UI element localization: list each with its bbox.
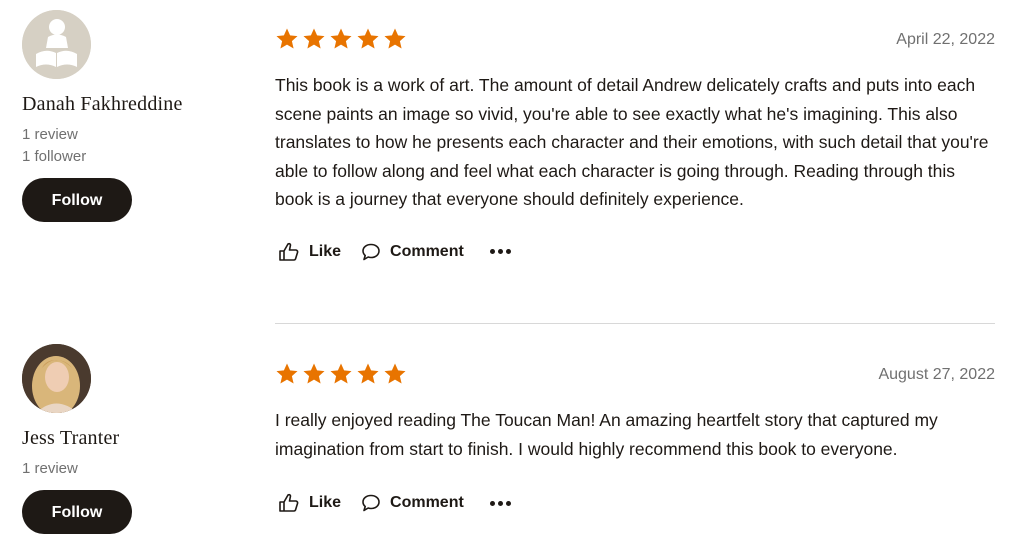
reviewer-avatar[interactable] bbox=[22, 10, 91, 79]
reviewer-info: Jess Tranter 1 review Follow bbox=[22, 344, 242, 534]
like-button[interactable]: Like bbox=[278, 242, 341, 262]
follow-button[interactable]: Follow bbox=[22, 490, 132, 534]
comment-button[interactable]: Comment bbox=[361, 242, 464, 262]
star-icon bbox=[276, 28, 298, 49]
star-icon bbox=[303, 28, 325, 49]
star-icon bbox=[330, 363, 352, 384]
review-date[interactable]: August 27, 2022 bbox=[878, 366, 995, 384]
review-date[interactable]: April 22, 2022 bbox=[896, 31, 995, 49]
star-icon bbox=[330, 28, 352, 49]
comment-button[interactable]: Comment bbox=[361, 493, 464, 513]
comment-bubble-icon bbox=[362, 243, 380, 260]
thumbs-up-icon bbox=[279, 242, 299, 261]
reviewer-follower-count: 1 follower bbox=[22, 148, 87, 165]
thumbs-up-icon bbox=[279, 493, 299, 512]
follow-button[interactable]: Follow bbox=[22, 178, 132, 222]
more-options-icon[interactable] bbox=[489, 500, 511, 506]
review-divider bbox=[275, 323, 995, 324]
review-card: Danah Fakhreddine 1 review 1 follower Fo… bbox=[0, 0, 1023, 325]
like-label: Like bbox=[309, 494, 342, 511]
star-icon bbox=[384, 363, 406, 384]
star-icon bbox=[357, 363, 379, 384]
review-content: April 22, 2022 This book is a work of ar… bbox=[275, 27, 995, 262]
review-content: August 27, 2022 I really enjoyed reading… bbox=[275, 362, 995, 513]
reviewer-review-count: 1 review bbox=[22, 460, 78, 477]
star-icon bbox=[276, 363, 298, 384]
profile-photo-icon bbox=[22, 344, 91, 413]
like-button[interactable]: Like bbox=[278, 493, 341, 513]
star-icon bbox=[384, 28, 406, 49]
reviewer-review-count: 1 review bbox=[22, 126, 78, 143]
review-actions: Like Comment bbox=[275, 493, 995, 513]
review-text: I really enjoyed reading The Toucan Man!… bbox=[275, 410, 938, 459]
reviewer-avatar[interactable] bbox=[22, 344, 91, 413]
like-label: Like bbox=[309, 242, 342, 260]
comment-label: Comment bbox=[390, 242, 464, 260]
reviewer-info: Danah Fakhreddine 1 review 1 follower Fo… bbox=[22, 10, 242, 222]
reviewer-name[interactable]: Danah Fakhreddine bbox=[22, 93, 242, 116]
star-icon bbox=[357, 28, 379, 49]
comment-label: Comment bbox=[390, 494, 464, 511]
reviewer-name[interactable]: Jess Tranter bbox=[22, 427, 242, 450]
more-options-icon[interactable] bbox=[489, 249, 511, 254]
comment-bubble-icon bbox=[362, 494, 380, 512]
review-card: Jess Tranter 1 review Follow August 27, … bbox=[0, 330, 1023, 553]
review-text: This book is a work of art. The amount o… bbox=[275, 75, 989, 209]
review-actions: Like Comment bbox=[275, 242, 995, 262]
rating-stars bbox=[275, 27, 995, 53]
reader-silhouette-icon bbox=[22, 10, 91, 79]
star-icon bbox=[303, 363, 325, 384]
